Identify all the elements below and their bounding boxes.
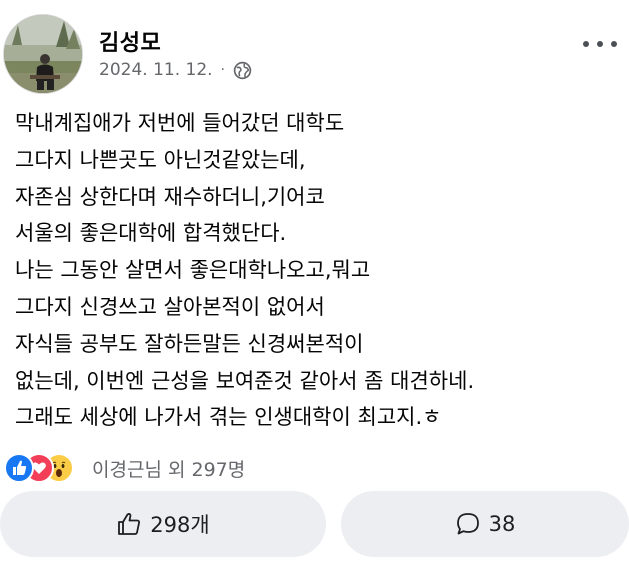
comment-icon: [456, 513, 479, 535]
comment-count: 38: [488, 512, 516, 536]
more-dot: [597, 41, 603, 47]
like-reaction-icon: [4, 453, 34, 483]
post-body-line: 나는 그동안 살면서 좋은대학나오고,뭐고: [15, 258, 371, 283]
reaction-summary[interactable]: 이경근님 외 297명: [92, 455, 245, 482]
more-dot: [611, 41, 617, 47]
post-meta: 2024. 11. 12. ·: [99, 60, 252, 80]
author-name[interactable]: 김성모: [99, 25, 161, 57]
profile-photo: [4, 15, 82, 93]
post-actions: 298개 38: [0, 491, 629, 557]
reactions-bar[interactable]: 이경근님 외 297명: [4, 452, 245, 484]
post-body-line: 서울의 좋은대학에 합격했단다.: [15, 221, 287, 246]
comment-button[interactable]: 38: [341, 491, 629, 557]
post-body-line: 막내계집애가 저번에 들어갔던 대학도: [15, 111, 345, 135]
facebook-post: 김성모 2024. 11. 12. · 막내계집애가 저번에 들어갔던 대학도 …: [0, 0, 629, 570]
post-body-line: 없는데, 이번엔 근성을 보여준것 같아서 좀 대견하네.: [15, 368, 475, 393]
like-button[interactable]: 298개: [0, 491, 326, 557]
reaction-icons[interactable]: [4, 453, 92, 483]
globe-icon[interactable]: [233, 61, 252, 80]
separator: ·: [220, 62, 225, 78]
timestamp[interactable]: 2024. 11. 12.: [99, 60, 213, 80]
post-body-line: 그래도 세상에 나가서 겪는 인생대학이 최고지.ㅎ: [15, 405, 442, 430]
post-body-line: 그다지 신경쓰고 살아본적이 없어서: [15, 294, 325, 319]
post-body-line: 자존심 상한다며 재수하더니,기어코: [15, 184, 325, 209]
more-dot: [583, 41, 589, 47]
thumbs-up-icon: [118, 513, 141, 535]
more-options-icon[interactable]: [583, 32, 617, 56]
post-header: 김성모 2024. 11. 12. ·: [3, 12, 629, 94]
post-body-line: 자식들 공부도 잘하든말든 신경써본적이: [15, 331, 364, 356]
post-body-line: 그다지 나쁜곳도 아닌것같았는데,: [15, 147, 306, 172]
like-count: 298개: [150, 513, 210, 537]
post-body: 막내계집애가 저번에 들어갔던 대학도 그다지 나쁜곳도 아닌것같았는데, 자존…: [15, 105, 615, 436]
avatar[interactable]: [3, 14, 83, 94]
